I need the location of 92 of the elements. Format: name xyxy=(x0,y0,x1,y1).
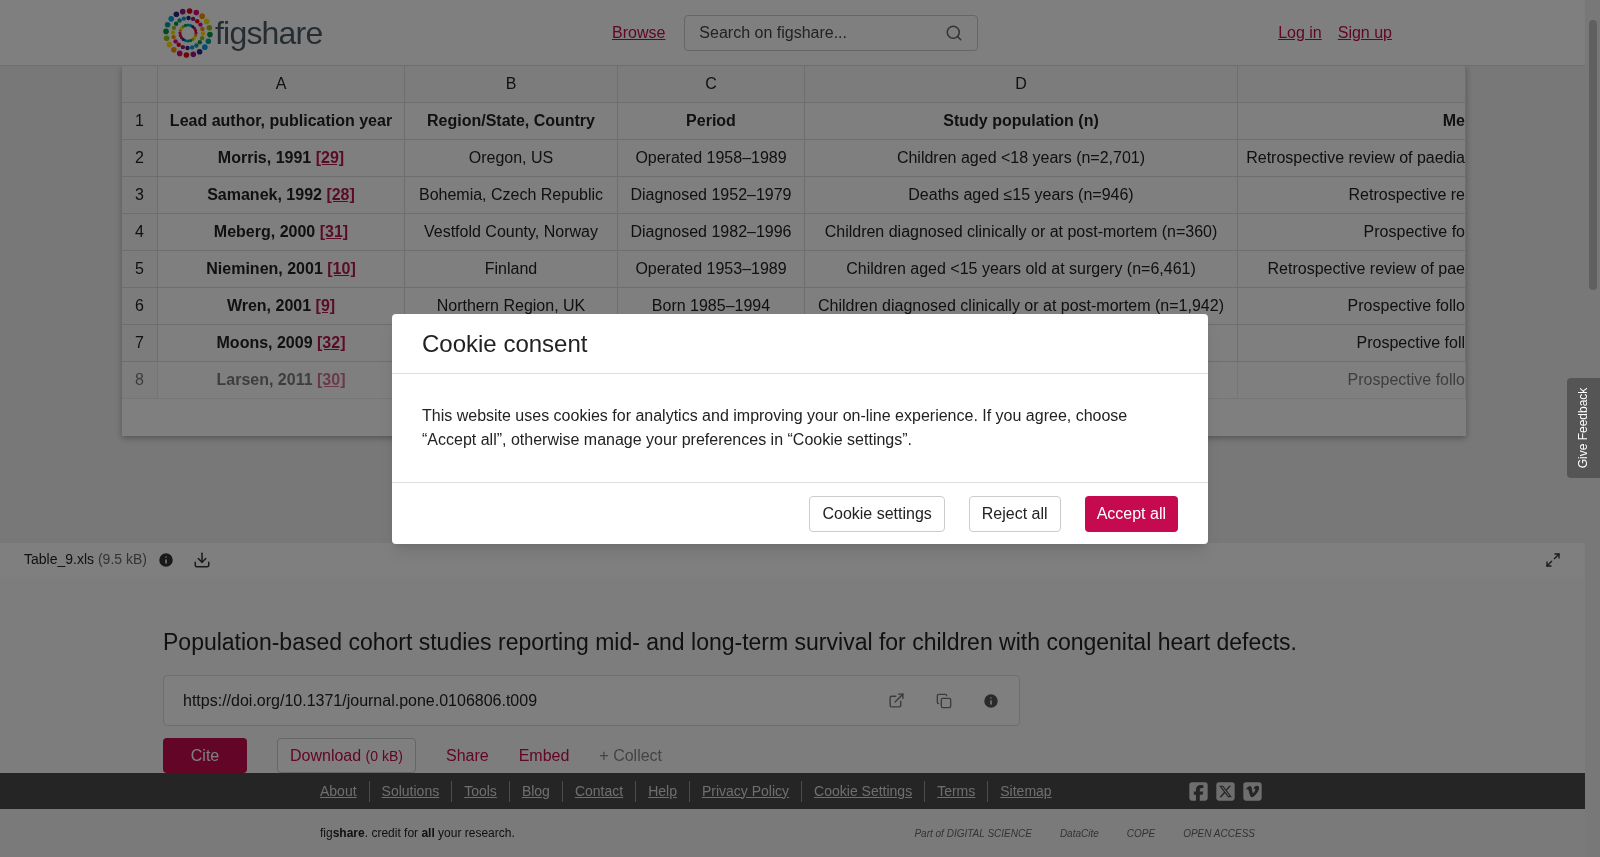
table-cell-text: Prospective fo xyxy=(1363,222,1465,242)
dialog-text: This website uses cookies for analytics and improving your on-line experience. If you agree, choose “Accept all”, otherwise manage your preferences in “Cookie settings”. xyxy=(422,406,1129,450)
download-button[interactable]: Download (0 kB) xyxy=(277,738,416,773)
search-box[interactable]: Search on figshare... xyxy=(684,14,979,51)
table-cell-text: Vestfold County, Norway xyxy=(424,222,598,242)
column-header: D xyxy=(1015,74,1027,94)
dialog-button[interactable]: Reject all xyxy=(968,495,1061,532)
column-header: C xyxy=(705,74,717,94)
table-cell-text: Born 1985–1994 xyxy=(651,296,771,316)
footer-tagline: figshare. credit for all your research. xyxy=(320,825,515,842)
footer-link[interactable]: Contact xyxy=(561,780,624,802)
download-icon[interactable] xyxy=(192,550,211,569)
dialog-title: Cookie consent xyxy=(422,328,588,359)
table-cell-text: Children aged <18 years (n=2,701) xyxy=(896,148,1146,168)
link-button[interactable]: Share xyxy=(445,738,489,773)
accept-button[interactable]: Accept all xyxy=(1084,495,1178,532)
table-cell-text: Region/State, Country xyxy=(427,111,595,131)
table-cell-text: Diagnosed 1982–1996 xyxy=(630,222,792,242)
facebook-icon[interactable] xyxy=(1188,780,1209,802)
table-cell-text: Northern Region, UK xyxy=(436,296,586,316)
partner-logo[interactable]: DataCite xyxy=(1059,825,1099,841)
table-cell-text: Lead author, publication year xyxy=(169,111,393,131)
footer-link[interactable]: Sitemap xyxy=(987,780,1052,802)
table-cell-text: Me xyxy=(1442,111,1465,131)
row-number: 2 xyxy=(135,148,144,168)
table-cell-text: Diagnosed 1952–1979 xyxy=(630,185,792,205)
table-cell-text: Prospective foll xyxy=(1356,333,1465,353)
column-header: A xyxy=(275,74,287,94)
dialog-button[interactable]: Cookie settings xyxy=(809,495,945,532)
table-cell-text: Oregon, US xyxy=(468,148,554,168)
collect-button[interactable]: + Collect xyxy=(599,738,663,773)
row-number: 1 xyxy=(135,111,144,131)
table-cell-text: Moons, 2009 [32] xyxy=(216,333,346,353)
table-cell-text: Larsen, 2011 [30] xyxy=(216,370,346,390)
table-cell-text: Operated 1958–1989 xyxy=(635,148,787,168)
table-cell-text: Retrospective review of paedia xyxy=(1246,148,1465,168)
info-icon[interactable] xyxy=(982,691,1000,710)
partner-logo[interactable]: OPEN ACCESS xyxy=(1183,825,1255,841)
table-cell-text: Wren, 2001 [9] xyxy=(226,296,336,316)
table-cell-text: Children aged <15 years old at surgery (n=6,461) xyxy=(846,259,1196,279)
fullscreen-icon[interactable] xyxy=(1545,551,1561,568)
logo-wordmark[interactable]: figshare xyxy=(215,8,323,57)
item-title: Population-based cohort studies reporting mid- and long-term survival for children with congenital heart defects. xyxy=(163,627,1298,657)
table-cell-text: Period xyxy=(686,111,736,131)
feedback-tab[interactable]: Give Feedback xyxy=(1567,378,1600,478)
table-cell-text: Bohemia, Czech Republic xyxy=(418,185,604,205)
signup-link[interactable]: Sign up xyxy=(1337,20,1392,45)
footer-link[interactable]: Tools xyxy=(451,780,497,802)
external-link-icon[interactable] xyxy=(888,692,905,709)
table-cell-text: Morris, 1991 [29] xyxy=(217,148,345,168)
table-cell-text: Nieminen, 2001 [10] xyxy=(206,259,356,279)
row-number: 3 xyxy=(135,185,144,205)
row-number: 8 xyxy=(135,370,144,390)
footer-link[interactable]: Cookie Settings xyxy=(801,780,913,802)
search-field[interactable]: Search on figshare... xyxy=(699,20,946,45)
footer-link[interactable]: Terms xyxy=(924,780,976,802)
table-cell-text: Children diagnosed clinically or at post-mortem (n=360) xyxy=(824,222,1218,242)
table-cell-text: Prospective follo xyxy=(1347,296,1465,316)
table-cell-text: Samanek, 1992 [28] xyxy=(207,185,355,205)
row-number: 6 xyxy=(135,296,144,316)
table-cell-text: Deaths aged ≤15 years (n=946) xyxy=(908,185,1134,205)
footer-link[interactable]: Solutions xyxy=(368,780,440,802)
logo-icon xyxy=(163,7,213,58)
search-icon[interactable] xyxy=(945,23,964,42)
browse-link[interactable]: Browse xyxy=(612,20,666,45)
table-cell-text: Prospective follo xyxy=(1347,370,1465,390)
scrollbar-thumb[interactable] xyxy=(1588,20,1597,290)
footer-link[interactable]: Help xyxy=(635,780,677,802)
row-number: 4 xyxy=(135,222,144,242)
file-name: Table_9.xls (9.5 kB) xyxy=(24,550,147,569)
copy-icon[interactable] xyxy=(936,692,952,709)
partner-logo[interactable]: COPE xyxy=(1126,825,1156,841)
partner-logo[interactable]: Part of DIGITAL SCIENCE xyxy=(914,825,1032,841)
footer-link[interactable]: Blog xyxy=(508,780,550,802)
footer-link[interactable]: Privacy Policy xyxy=(688,780,790,802)
login-link[interactable]: Log in xyxy=(1278,20,1322,45)
table-cell-text: Finland xyxy=(484,259,538,279)
column-header: B xyxy=(505,74,517,94)
info-icon[interactable] xyxy=(156,550,175,569)
cite-button[interactable]: Cite xyxy=(163,738,247,773)
table-cell-text: Retrospective review of pae xyxy=(1267,259,1465,279)
row-number: 7 xyxy=(135,333,144,353)
row-number: 5 xyxy=(135,259,144,279)
table-cell-text: Study population (n) xyxy=(943,111,1099,131)
table-cell-text: Meberg, 2000 [31] xyxy=(213,222,349,242)
x-icon[interactable] xyxy=(1215,780,1236,802)
footer-link[interactable]: About xyxy=(320,780,357,802)
table-cell-text: Retrospective re xyxy=(1348,185,1465,205)
table-cell-text: Operated 1953–1989 xyxy=(635,259,787,279)
table-cell-text: Children diagnosed clinically or at post-mortem (n=1,942) xyxy=(818,296,1224,316)
vimeo-icon[interactable] xyxy=(1242,780,1263,802)
link-button[interactable]: Embed xyxy=(518,738,570,773)
